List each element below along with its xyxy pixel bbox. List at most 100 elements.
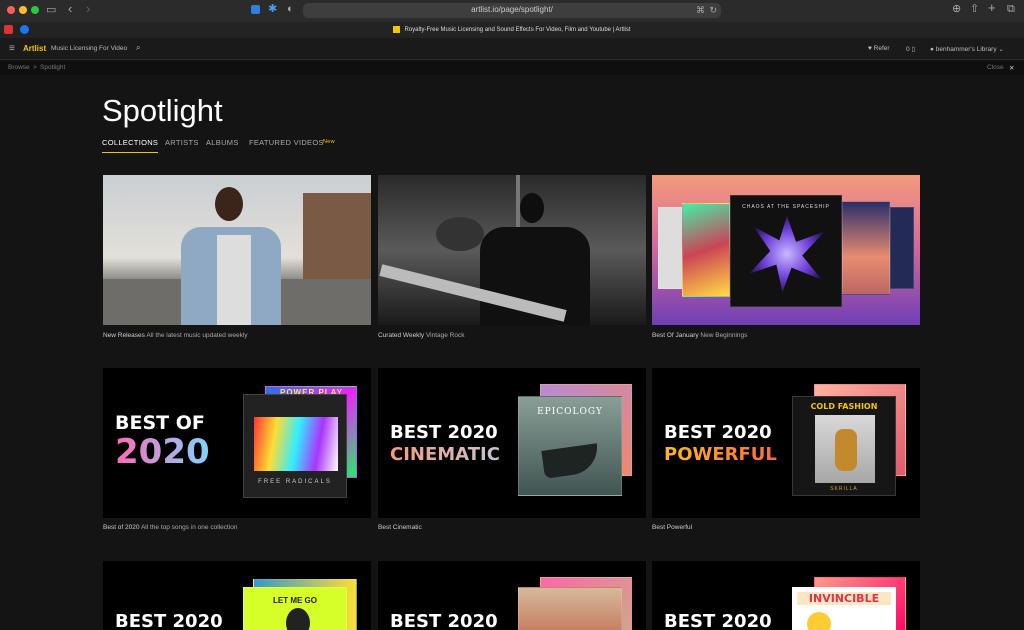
- address-bar[interactable]: artlist.io/page/spotlight/ ⌘ ↻: [303, 3, 721, 18]
- new-tab-icon[interactable]: +: [988, 1, 996, 14]
- card-title: Best Powerful: [652, 524, 693, 531]
- album-cover: [658, 207, 684, 289]
- featured-album-cover: [518, 587, 622, 630]
- accessibility-icon[interactable]: ✱: [268, 3, 277, 15]
- art-line-2: 2020: [115, 432, 210, 472]
- shield-icon[interactable]: ◐: [287, 3, 294, 15]
- tab-title: Royalty-Free Music Licensing and Sound E…: [404, 27, 631, 34]
- extension-icon[interactable]: [251, 5, 260, 14]
- download-icon[interactable]: ⊕: [952, 3, 961, 15]
- forward-icon[interactable]: ›: [86, 2, 90, 15]
- card-title: Best of 2020: [103, 524, 140, 531]
- art-line-1: BEST OF: [115, 412, 205, 434]
- card-caption: Curated Weekly Vintage Rock: [378, 332, 464, 339]
- album-cover-art: [286, 608, 310, 630]
- featured-album-cover: FREE RADICALS: [243, 394, 347, 498]
- tab-featured-videos[interactable]: FEATURED VIDEOS: [249, 138, 324, 147]
- search-icon[interactable]: ⌕: [136, 43, 140, 53]
- building-image: [303, 193, 371, 283]
- translate-icon[interactable]: ⌘: [696, 4, 705, 16]
- back-icon[interactable]: ‹: [68, 2, 72, 15]
- close-window-button[interactable]: [7, 6, 15, 14]
- card-subtitle: New Beginnings: [700, 332, 748, 339]
- album-cover-title: INVINCIBLE: [797, 592, 891, 605]
- album-cover-art: [815, 415, 875, 483]
- dancer-image: [835, 429, 857, 471]
- new-badge: New: [323, 139, 335, 145]
- card-caption: Best of 2020 All the top songs in one co…: [103, 524, 237, 531]
- album-cover-artist: SKRILLA: [830, 486, 858, 492]
- art-line-2: CINEMATIC: [390, 444, 500, 465]
- card-best-of-2020[interactable]: BEST OF 2020 POWER PLAY FREE RADICALS: [103, 368, 371, 518]
- art-line-2: POWERFUL: [664, 444, 777, 465]
- app-subtitle: Music Licensing For Video: [51, 45, 128, 52]
- breadcrumb: Browse > Spotlight Close ✕: [0, 61, 1024, 75]
- album-cover: [682, 203, 730, 297]
- library-link[interactable]: ● benhammer's Library ⌄: [930, 45, 1004, 53]
- app-header: ≡ Artlist Music Licensing For Video ⌕ ♥ …: [0, 38, 1024, 60]
- card-title: New Releases: [103, 332, 145, 339]
- card-best-of-january[interactable]: CHAOS AT THE SPACESHIP: [652, 175, 920, 325]
- sidebar-icon[interactable]: ▭: [46, 4, 56, 16]
- card-best-cinematic[interactable]: BEST 2020 CINEMATIC EPICOLOGY: [378, 368, 646, 518]
- zoom-window-button[interactable]: [31, 6, 39, 14]
- share-icon[interactable]: ⇧: [970, 3, 979, 15]
- album-cover-title: EPICOLOGY: [537, 407, 603, 417]
- card-subtitle: All the top songs in one collection: [140, 524, 238, 531]
- art-line-1: BEST 2020: [390, 422, 498, 443]
- lamp-image: [436, 217, 484, 251]
- artist-head-image: [215, 187, 243, 221]
- card-title: Best Of January: [652, 332, 699, 339]
- card-caption: Best Powerful: [652, 524, 692, 531]
- featured-album-cover: CHAOS AT THE SPACESHIP: [730, 195, 842, 307]
- card-best-2020-row3-c[interactable]: BEST 2020 INVINCIBLE: [652, 561, 920, 630]
- card-best-2020-row3-b[interactable]: BEST 2020: [378, 561, 646, 630]
- art-line-1: BEST 2020: [664, 611, 772, 630]
- card-caption: Best Cinematic: [378, 524, 422, 531]
- tab-artists[interactable]: ARTISTS: [165, 138, 199, 147]
- minimize-window-button[interactable]: [19, 6, 27, 14]
- album-cover-art: [807, 612, 831, 630]
- singer-head-image: [520, 193, 544, 223]
- close-link[interactable]: Close: [987, 64, 1004, 71]
- card-subtitle: Vintage Rock: [425, 332, 465, 339]
- card-subtitle: All the latest music updated weekly: [146, 332, 248, 339]
- refer-label: Refer: [873, 45, 890, 52]
- menu-icon[interactable]: ≡: [9, 43, 15, 54]
- tab-bar: Royalty-Free Music Licensing and Sound E…: [0, 22, 1024, 38]
- breadcrumb-separator: >: [33, 64, 37, 71]
- active-tab[interactable]: Royalty-Free Music Licensing and Sound E…: [0, 26, 1024, 33]
- featured-album-cover: EPICOLOGY: [518, 396, 622, 496]
- tab-albums[interactable]: ALBUMS: [206, 138, 239, 147]
- card-new-releases[interactable]: [103, 175, 371, 325]
- refer-link[interactable]: ♥ Refer: [868, 45, 890, 52]
- album-cover: [890, 207, 914, 289]
- card-curated-weekly[interactable]: [378, 175, 646, 325]
- featured-album-cover: LET ME GO: [243, 587, 347, 630]
- cart-link[interactable]: 0 ▯: [906, 45, 915, 53]
- page-title: Spotlight: [102, 93, 223, 128]
- card-title: Best Cinematic: [378, 524, 422, 531]
- card-best-2020-row3-a[interactable]: BEST 2020 LET ME GO: [103, 561, 371, 630]
- cart-icon: ▯: [911, 46, 916, 53]
- art-line-1: BEST 2020: [664, 422, 772, 443]
- close-icon[interactable]: ✕: [1009, 64, 1014, 72]
- album-cover-art: [749, 216, 825, 292]
- breadcrumb-browse[interactable]: Browse: [8, 64, 30, 71]
- art-line-1: BEST 2020: [390, 611, 498, 630]
- card-caption: New Releases All the latest music update…: [103, 332, 248, 339]
- tab-overview-icon[interactable]: ⧉: [1007, 3, 1015, 15]
- cart-count: 0: [906, 46, 910, 53]
- tab-collections[interactable]: COLLECTIONS: [102, 138, 159, 153]
- featured-album-cover: COLD FASHION SKRILLA: [792, 396, 896, 496]
- card-caption: Best Of January New Beginnings: [652, 332, 747, 339]
- album-cover-title: CHAOS AT THE SPACESHIP: [742, 204, 830, 210]
- browser-toolbar: ▭ ‹ › ✱ ◐ artlist.io/page/spotlight/ ⌘ ↻…: [0, 0, 1024, 38]
- album-cover-title: COLD FASHION: [810, 402, 878, 411]
- library-label: benhammer's Library: [935, 46, 997, 53]
- card-best-powerful[interactable]: BEST 2020 POWERFUL COLD FASHION SKRILLA: [652, 368, 920, 518]
- logo[interactable]: Artlist: [23, 44, 46, 53]
- album-cover-art: [541, 443, 601, 479]
- reload-icon[interactable]: ↻: [709, 4, 717, 16]
- art-line-1: BEST 2020: [115, 611, 223, 630]
